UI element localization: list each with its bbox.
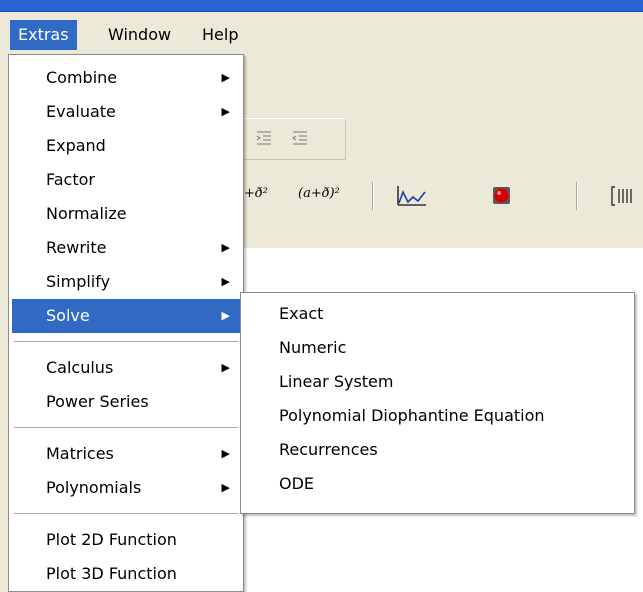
submenu-arrow-icon: ▶ <box>221 241 230 254</box>
submenu-arrow-icon: ▶ <box>221 105 230 118</box>
submenu-item-numeric[interactable]: Numeric <box>243 331 632 365</box>
menu-item-plot-3d-function[interactable]: Plot 3D Function <box>12 557 240 591</box>
submenu-item-polynomial-diophantine-equation[interactable]: Polynomial Diophantine Equation <box>243 399 632 433</box>
window-title-bar <box>0 0 643 12</box>
submenu-arrow-icon: ▶ <box>221 275 230 288</box>
menu-item-rewrite[interactable]: Rewrite ▶ <box>12 231 240 265</box>
submenu-item-ode[interactable]: ODE <box>243 467 632 501</box>
menu-item-solve[interactable]: Solve ▶ <box>12 299 240 333</box>
menu-help[interactable]: Help <box>194 20 246 50</box>
menu-item-calculus[interactable]: Calculus ▶ <box>12 351 240 385</box>
menu-item-expand[interactable]: Expand <box>12 129 240 163</box>
submenu-item-recurrences[interactable]: Recurrences <box>243 433 632 467</box>
submenu-arrow-icon: ▶ <box>221 361 230 374</box>
toolbar-separator <box>576 182 578 210</box>
matrix-icon[interactable] <box>610 184 640 212</box>
menu-separator <box>14 513 238 515</box>
menu-item-normalize[interactable]: Normalize <box>12 197 240 231</box>
menu-item-polynomials[interactable]: Polynomials ▶ <box>12 471 240 505</box>
menu-item-evaluate[interactable]: Evaluate ▶ <box>12 95 240 129</box>
toolbar-separator <box>372 182 374 210</box>
menu-item-combine[interactable]: Combine ▶ <box>12 61 240 95</box>
submenu-arrow-icon: ▶ <box>221 447 230 460</box>
menu-extras[interactable]: Extras <box>10 20 77 50</box>
menu-window[interactable]: Window <box>100 20 179 50</box>
menu-item-power-series[interactable]: Power Series <box>12 385 240 419</box>
solve-submenu: Exact Numeric Linear System Polynomial D… <box>240 292 635 514</box>
submenu-arrow-icon: ▶ <box>221 309 230 322</box>
menu-item-simplify[interactable]: Simplify ▶ <box>12 265 240 299</box>
submenu-item-exact[interactable]: Exact <box>243 297 632 331</box>
indent-toolbar <box>240 118 346 160</box>
menu-bar: Extras Window Help <box>0 12 643 54</box>
menu-item-matrices[interactable]: Matrices ▶ <box>12 437 240 471</box>
expression-button-power[interactable]: +ð² <box>244 186 268 201</box>
outdent-icon[interactable] <box>291 129 309 147</box>
menu-separator <box>14 427 238 429</box>
submenu-arrow-icon: ▶ <box>221 71 230 84</box>
menu-item-factor[interactable]: Factor <box>12 163 240 197</box>
extras-menu: Combine ▶ Evaluate ▶ Expand Factor Normali… <box>8 54 244 592</box>
expression-toolbar: +ð² (a+ð)² <box>240 168 643 224</box>
submenu-arrow-icon: ▶ <box>221 481 230 494</box>
indent-icon[interactable] <box>255 129 273 147</box>
menu-separator <box>14 341 238 343</box>
plot-icon[interactable] <box>396 184 428 212</box>
solid-icon[interactable] <box>490 184 514 212</box>
expression-button-square[interactable]: (a+ð)² <box>298 186 340 201</box>
menu-item-plot-2d-function[interactable]: Plot 2D Function <box>12 523 240 557</box>
submenu-item-linear-system[interactable]: Linear System <box>243 365 632 399</box>
